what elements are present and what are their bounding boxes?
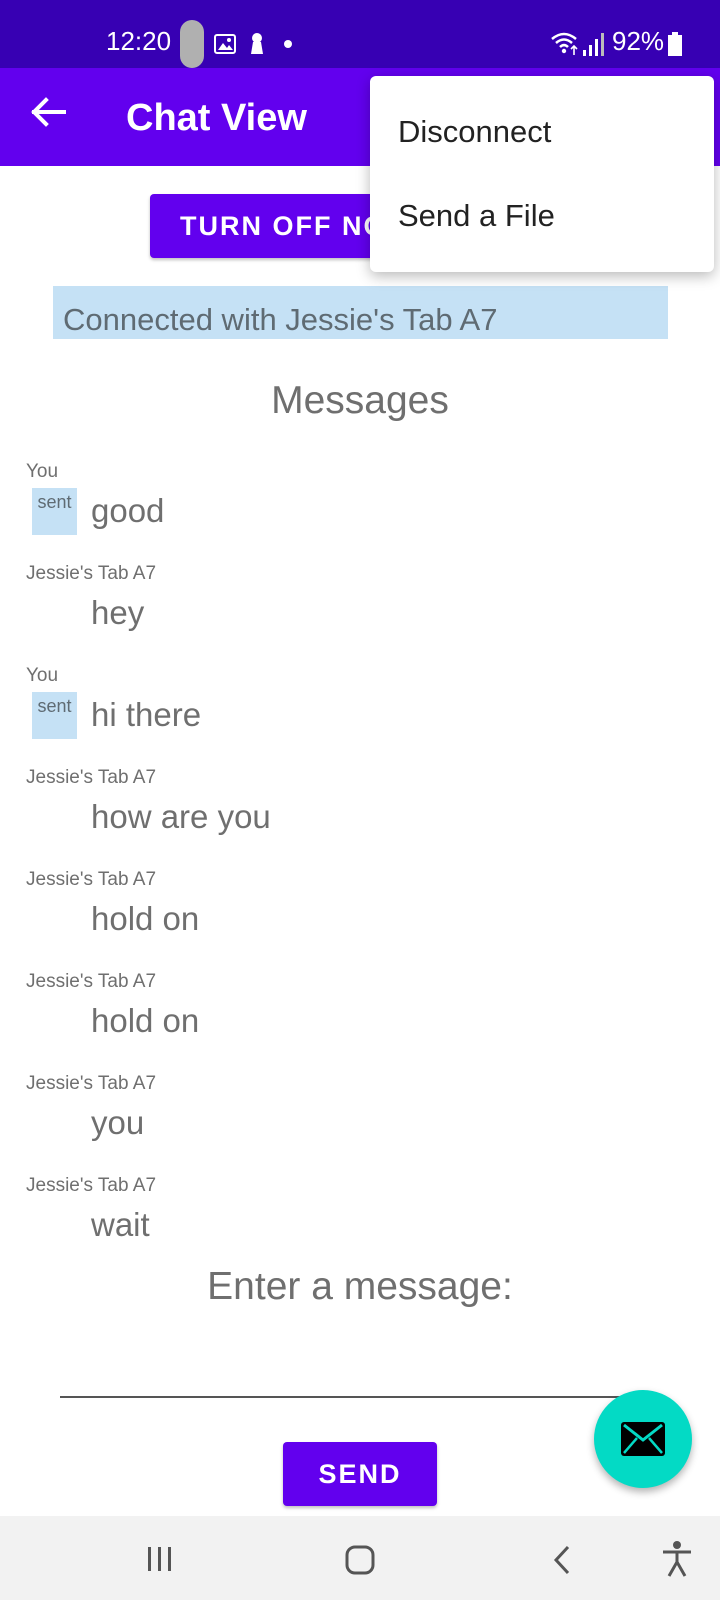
accessibility-icon[interactable] xyxy=(660,1540,694,1578)
message-item: You sent hi there xyxy=(0,664,720,766)
message-input[interactable] xyxy=(60,1350,660,1398)
image-notification-icon xyxy=(214,34,236,54)
notification-pill-icon xyxy=(180,20,204,68)
message-sender: You xyxy=(26,665,59,686)
signal-icon xyxy=(583,33,604,56)
sent-badge: sent xyxy=(32,692,77,739)
menu-item-disconnect[interactable]: Disconnect xyxy=(398,112,551,152)
status-time: 12:20 xyxy=(106,26,172,56)
message-sender: Jessie's Tab A7 xyxy=(26,563,157,584)
send-message-fab[interactable] xyxy=(594,1390,692,1488)
recents-icon[interactable] xyxy=(146,1544,174,1574)
message-item: Jessie's Tab A7 hold on xyxy=(0,970,720,1072)
notification-dot-icon xyxy=(284,40,292,48)
battery-percentage: 92% xyxy=(612,26,665,56)
back-icon[interactable] xyxy=(550,1544,574,1576)
message-item: Jessie's Tab A7 you xyxy=(0,1072,720,1174)
home-icon[interactable] xyxy=(344,1544,376,1576)
message-sender: Jessie's Tab A7 xyxy=(26,767,157,788)
message-item: Jessie's Tab A7 wait xyxy=(0,1174,720,1276)
message-text: how are you xyxy=(91,798,271,835)
message-sender: Jessie's Tab A7 xyxy=(26,869,157,890)
sent-badge: sent xyxy=(32,488,77,535)
send-button[interactable]: SEND xyxy=(283,1442,437,1506)
message-text: hi there xyxy=(91,696,202,733)
message-text: hey xyxy=(91,594,145,631)
message-text: hold on xyxy=(91,900,200,937)
keyhole-notification-icon xyxy=(251,33,263,54)
message-text: you xyxy=(91,1104,145,1141)
connection-status-text: Connected with Jessie's Tab A7 xyxy=(63,302,498,337)
battery-icon xyxy=(668,32,682,56)
message-sender: You xyxy=(26,461,59,482)
connection-status-banner: Connected with Jessie's Tab A7 xyxy=(53,286,668,339)
message-item: Jessie's Tab A7 hey xyxy=(0,562,720,664)
message-text: hold on xyxy=(91,1002,200,1039)
message-item: Jessie's Tab A7 how are you xyxy=(0,766,720,868)
message-sender: Jessie's Tab A7 xyxy=(26,1175,157,1196)
compose-label: Enter a message: xyxy=(207,1265,513,1308)
message-item: You sent good xyxy=(0,460,720,562)
wifi-icon xyxy=(551,32,578,55)
envelope-icon xyxy=(621,1422,665,1456)
overflow-menu: Disconnect Send a File xyxy=(370,76,714,272)
messages-heading: Messages xyxy=(271,379,449,422)
message-sender: Jessie's Tab A7 xyxy=(26,971,157,992)
message-text: wait xyxy=(91,1206,150,1243)
message-text: good xyxy=(91,492,165,529)
page-title: Chat View xyxy=(126,97,307,139)
menu-item-send-file[interactable]: Send a File xyxy=(398,196,555,236)
message-sender: Jessie's Tab A7 xyxy=(26,1073,157,1094)
message-item: Jessie's Tab A7 hold on xyxy=(0,868,720,970)
back-arrow-icon[interactable] xyxy=(26,90,70,134)
